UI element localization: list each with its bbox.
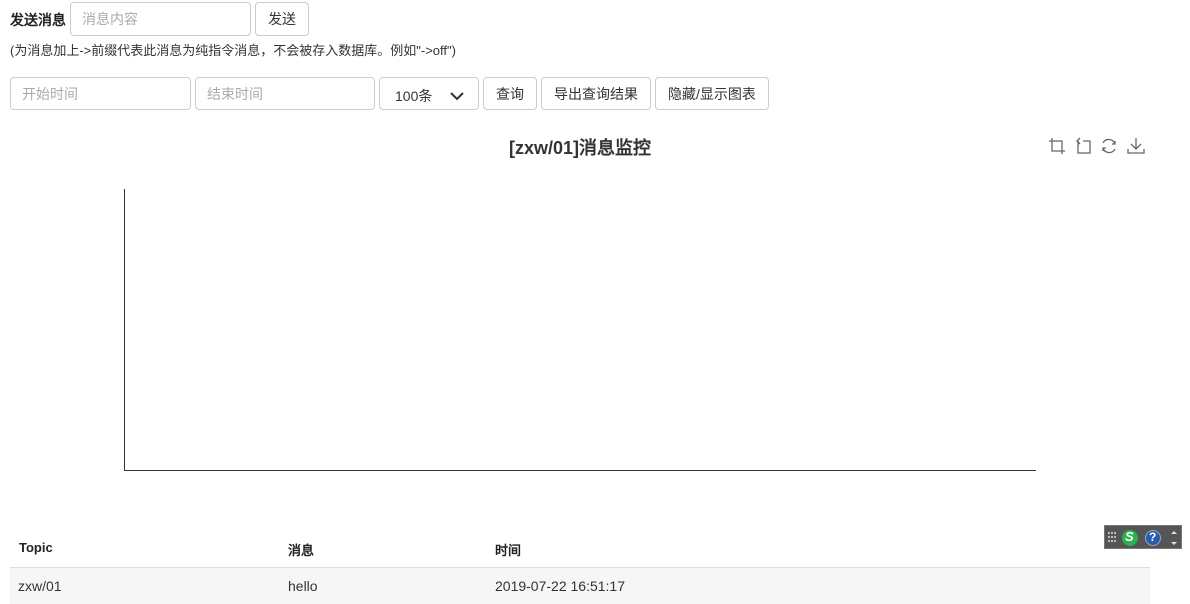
chart-plot-area xyxy=(124,189,1036,471)
table-header-message: 消息 xyxy=(288,543,315,558)
table-cell-time: 2019-07-22 16:51:17 xyxy=(495,578,625,594)
floating-toolbar-widget[interactable]: S ? xyxy=(1104,525,1182,549)
table-header-time: 时间 xyxy=(495,543,522,558)
table-cell-topic: zxw/01 xyxy=(18,578,62,594)
table-cell-message: hello xyxy=(288,578,318,594)
table-header-topic: Topic xyxy=(19,540,53,555)
drag-handle-icon[interactable] xyxy=(1108,532,1116,542)
widget-s-label: S xyxy=(1125,529,1134,544)
menu-arrows-icon[interactable] xyxy=(1171,531,1177,545)
widget-help-label: ? xyxy=(1149,530,1157,544)
